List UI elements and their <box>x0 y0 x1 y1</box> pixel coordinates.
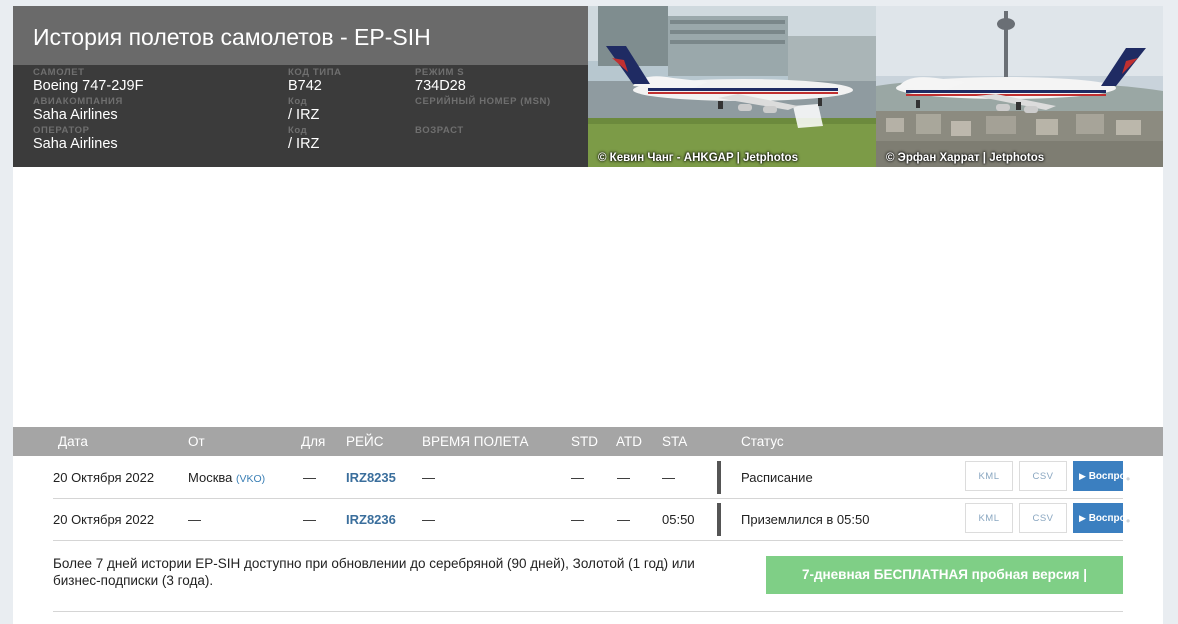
aircraft-photo-1[interactable]: © Кевин Чанг - AHKGAP | Jetphotos <box>588 6 876 167</box>
photo-1-image <box>588 6 876 167</box>
table-row[interactable]: 20 Октября 2022 — — IRZ8236 — — — 05:50 … <box>53 499 1130 541</box>
col-atd: ATD <box>616 434 642 449</box>
row-sta: 05:50 <box>662 512 695 527</box>
operator-code-value: / IRZ <box>288 136 320 152</box>
row-to: — <box>303 470 316 485</box>
page-title: История полетов самолетов - EP-SIH <box>33 24 431 50</box>
row-from: Москва (VKO) <box>188 470 265 485</box>
row-std: — <box>571 470 584 485</box>
kml-button[interactable]: KML <box>965 461 1013 491</box>
type-code-label: КОД ТИПА <box>288 67 342 78</box>
flights-table-header: Дата От Для РЕЙС ВРЕМЯ ПОЛЕТА STD ATD ST… <box>13 427 1163 456</box>
airline-value: Saha Airlines <box>33 107 118 123</box>
row-flight-link[interactable]: IRZ8236 <box>346 512 396 527</box>
photo-2-image <box>876 6 1163 167</box>
operator-code-label: Код <box>288 125 308 136</box>
csv-button[interactable]: CSV <box>1019 461 1067 491</box>
row-sta: — <box>662 470 675 485</box>
play-button-label: Воспроизвести <box>1088 513 1123 524</box>
aircraft-value: Boeing 747-2J9F <box>33 78 144 94</box>
col-status: Статус <box>741 434 784 449</box>
row-date: 20 Октября 2022 <box>53 470 155 485</box>
status-divider <box>717 461 721 494</box>
aircraft-label: САМОЛЕТ <box>33 67 85 78</box>
col-flight: РЕЙС <box>346 434 384 449</box>
photo-2-credit[interactable]: © Эрфан Харрат | Jetphotos <box>886 152 1044 164</box>
mode-s-value: 734D28 <box>415 78 466 94</box>
type-code-value: B742 <box>288 78 322 94</box>
row-status: Приземлился в 05:50 <box>741 512 870 527</box>
airline-code-label: Код <box>288 96 308 107</box>
kml-button[interactable]: KML <box>965 503 1013 533</box>
row-atd: — <box>617 470 630 485</box>
col-std: STD <box>571 434 598 449</box>
col-from: От <box>188 434 205 449</box>
play-button[interactable]: ▶ Воспроизвести <box>1073 461 1123 491</box>
play-button-label: Воспроизвести <box>1088 471 1123 482</box>
csv-button[interactable]: CSV <box>1019 503 1067 533</box>
msn-label: СЕРИЙНЫЙ НОМЕР (MSN) <box>415 96 551 107</box>
row-std: — <box>571 512 584 527</box>
col-to: Для <box>301 434 326 449</box>
row-date: 20 Октября 2022 <box>53 512 155 527</box>
row-to: — <box>303 512 316 527</box>
age-label: ВОЗРАСТ <box>415 125 464 136</box>
row-status: Расписание <box>741 470 813 485</box>
table-row[interactable]: 20 Октября 2022 Москва (VKO) — IRZ8235 —… <box>53 457 1130 499</box>
row-from-city: Москва <box>188 470 233 485</box>
mode-s-label: РЕЖИМ S <box>415 67 465 78</box>
play-button[interactable]: ▶ Воспроизвести <box>1073 503 1123 533</box>
aircraft-info-panel: История полетов самолетов - EP-SIH САМОЛ… <box>13 6 588 167</box>
page: История полетов самолетов - EP-SIH САМОЛ… <box>13 6 1163 624</box>
airline-code-value: / IRZ <box>288 107 320 123</box>
photo-1-credit[interactable]: © Кевин Чанг - AHKGAP | Jetphotos <box>598 152 798 164</box>
play-icon: ▶ <box>1079 471 1086 481</box>
col-sta: STA <box>662 434 688 449</box>
col-flight-time: ВРЕМЯ ПОЛЕТА <box>422 434 529 449</box>
row-flight-time: — <box>422 470 435 485</box>
operator-value: Saha Airlines <box>33 136 118 152</box>
row-from-code[interactable]: (VKO) <box>236 473 265 485</box>
free-trial-button[interactable]: 7-дневная БЕСПЛАТНАЯ пробная версия | <box>766 556 1123 594</box>
airline-label: АВИАКОМПАНИЯ <box>33 96 123 107</box>
col-date: Дата <box>58 434 88 449</box>
row-from: — <box>188 512 201 527</box>
row-atd: — <box>617 512 630 527</box>
status-divider <box>717 503 721 536</box>
upgrade-notice: Более 7 дней истории EP-SIH доступно при… <box>53 556 695 588</box>
row-flight-link[interactable]: IRZ8235 <box>346 470 396 485</box>
aircraft-photo-2[interactable]: © Эрфан Харрат | Jetphotos <box>876 6 1163 167</box>
play-icon: ▶ <box>1079 513 1086 523</box>
title-bar: История полетов самолетов - EP-SIH <box>13 6 588 65</box>
more-icon: • <box>1126 472 1131 486</box>
more-icon: • <box>1126 514 1131 528</box>
row-flight-time: — <box>422 512 435 527</box>
operator-label: ОПЕРАТОР <box>33 125 90 136</box>
divider <box>53 611 1123 612</box>
